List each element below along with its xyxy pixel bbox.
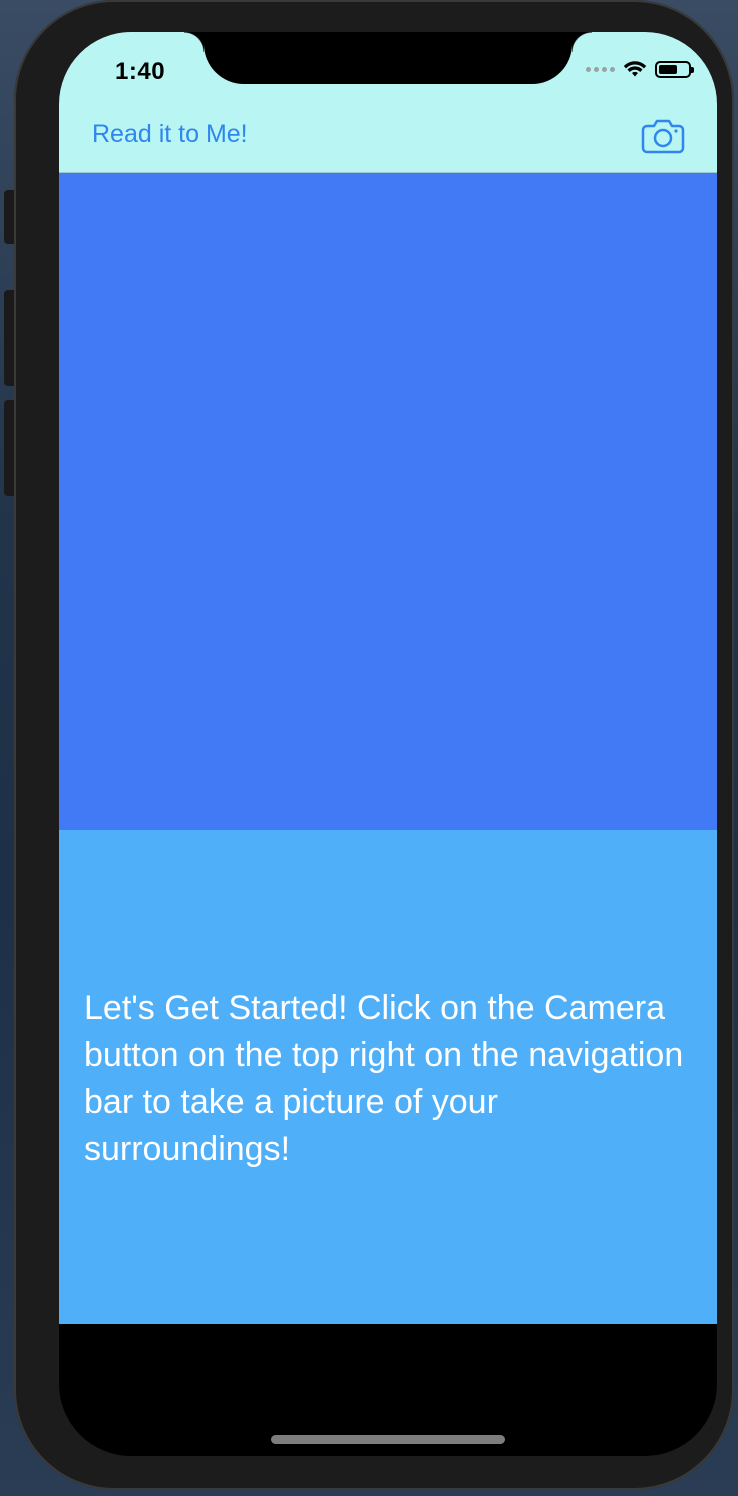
battery-icon	[655, 60, 694, 78]
camera-icon	[641, 119, 685, 154]
photo-image-view	[59, 173, 717, 830]
camera-button[interactable]	[641, 118, 685, 154]
instruction-label: Let's Get Started! Click on the Camera b…	[84, 989, 684, 1168]
cellular-signal-icon	[586, 66, 615, 72]
phone-frame: 1:40 Read it to Me! Let's Get Started! C…	[14, 0, 734, 1490]
device-notch	[184, 32, 592, 84]
description-panel: Let's Get Started! Click on the Camera b…	[59, 830, 717, 1324]
nav-title-button[interactable]: Read it to Me!	[92, 120, 248, 149]
status-time: 1:40	[115, 58, 166, 85]
status-icons	[586, 60, 694, 78]
wifi-icon	[623, 61, 647, 77]
home-indicator[interactable]	[271, 1435, 505, 1444]
phone-screen: 1:40 Read it to Me! Let's Get Started! C…	[59, 32, 717, 1456]
